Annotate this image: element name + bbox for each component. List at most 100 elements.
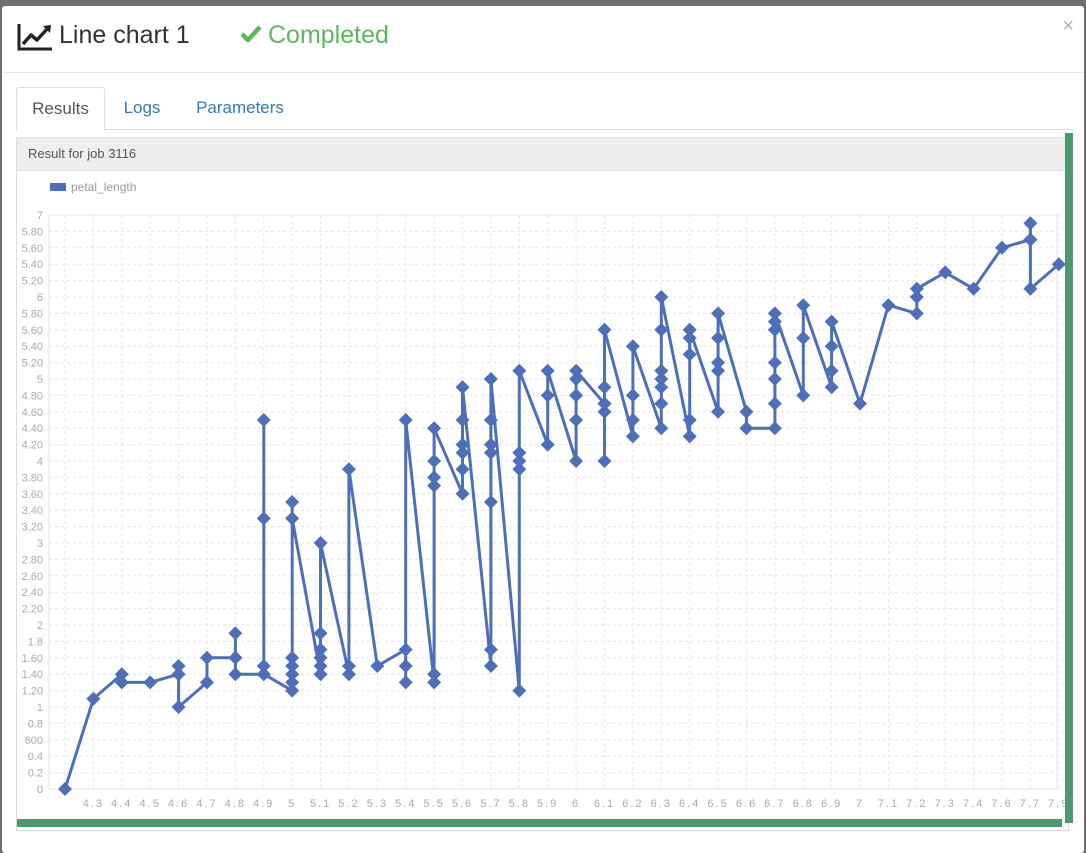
y-tick-label: 4.60 xyxy=(22,407,43,419)
data-point xyxy=(597,322,612,337)
close-button[interactable]: × xyxy=(1062,16,1074,36)
data-point xyxy=(654,290,669,304)
x-tick-label: 6.5 xyxy=(707,798,728,810)
data-point xyxy=(341,659,356,673)
y-tick-label: 4 xyxy=(37,456,43,468)
y-tick-label: 1 xyxy=(37,702,43,714)
tab-bar: Results Logs Parameters xyxy=(16,87,1073,131)
x-tick-label: 4.5 xyxy=(140,798,161,810)
result-panel: Result for job 3116 0 0.2 0.4 600 0.8 1 1.20 1.… xyxy=(16,137,1069,831)
plot-area xyxy=(48,214,1058,790)
x-tick-label: 5.8 xyxy=(509,798,530,810)
y-tick-label: 2.60 xyxy=(22,571,43,583)
data-point xyxy=(853,396,868,411)
y-tick-label: 2 xyxy=(37,620,43,632)
data-point xyxy=(938,265,953,280)
data-point xyxy=(398,659,413,673)
y-tick-label: 6 xyxy=(37,292,43,304)
tab-results[interactable]: Results xyxy=(16,87,105,131)
x-tick-label: 5.5 xyxy=(423,798,444,810)
x-tick-label: 6.8 xyxy=(793,798,814,810)
y-tick-label: 3.20 xyxy=(22,522,43,534)
data-point xyxy=(711,404,726,419)
series-line xyxy=(63,221,1060,790)
data-point xyxy=(654,363,669,378)
x-tick-label: 6.1 xyxy=(594,798,615,810)
data-point xyxy=(654,421,669,436)
data-point xyxy=(625,388,640,403)
x-tick-label: 6 xyxy=(572,798,580,810)
data-point xyxy=(767,355,782,370)
y-tick-label: 2.20 xyxy=(22,604,43,616)
data-point xyxy=(512,363,527,378)
y-tick-label: 600 xyxy=(25,735,43,747)
data-point xyxy=(796,298,811,313)
data-point xyxy=(711,306,726,321)
status-text: Completed xyxy=(268,21,389,49)
data-point xyxy=(427,667,442,682)
data-point xyxy=(228,626,243,641)
data-point xyxy=(199,650,214,665)
legend-label: petal_length xyxy=(71,180,136,194)
data-point xyxy=(58,782,72,796)
x-tick-label: 7.3 xyxy=(935,798,956,810)
y-tick-label: 5.40 xyxy=(22,341,43,353)
x-tick-label: 5.2 xyxy=(338,798,359,810)
y-tick-label: 1.20 xyxy=(22,686,43,698)
y-tick-label: 5.20 xyxy=(22,358,43,370)
y-tick-label: 5.80 xyxy=(22,226,43,238)
data-point xyxy=(711,355,726,370)
tab-parameters[interactable]: Parameters xyxy=(188,87,292,128)
data-point xyxy=(597,380,612,395)
data-point xyxy=(569,413,584,427)
data-point xyxy=(171,667,186,682)
y-tick-label: 5.60 xyxy=(22,325,43,337)
data-point xyxy=(881,298,896,313)
x-tick-label: 6.7 xyxy=(764,798,785,810)
data-point xyxy=(569,454,584,468)
y-tick-label: 5.20 xyxy=(22,276,43,288)
data-point xyxy=(256,413,271,427)
data-point xyxy=(455,380,470,395)
data-point xyxy=(682,347,697,362)
y-tick-label: 5 xyxy=(37,374,43,386)
x-tick-label: 6.6 xyxy=(736,798,757,810)
modal-title: Line chart 1 xyxy=(59,21,190,49)
y-tick-label: 3.80 xyxy=(22,472,43,484)
data-point xyxy=(767,421,782,436)
x-tick-label: 4.9 xyxy=(253,798,274,810)
y-tick-label: 1.60 xyxy=(22,653,43,665)
y-tick-label: 0.2 xyxy=(28,768,43,780)
data-point xyxy=(625,339,640,354)
data-point xyxy=(313,536,328,550)
data-point xyxy=(569,388,584,403)
y-tick-label: 5.80 xyxy=(22,308,43,320)
x-tick-label: 5.3 xyxy=(367,798,388,810)
x-tick-label: 5 xyxy=(288,798,296,810)
data-point xyxy=(256,511,271,526)
y-tick-label: 5.40 xyxy=(22,259,43,271)
data-point xyxy=(824,339,839,354)
x-tick-label: 5.4 xyxy=(395,798,416,810)
data-point xyxy=(285,495,300,509)
y-tick-label: 1.8 xyxy=(28,636,43,648)
data-point xyxy=(682,322,697,337)
data-point xyxy=(285,650,300,665)
data-point xyxy=(370,659,385,673)
data-point xyxy=(427,470,442,485)
data-point xyxy=(228,667,243,682)
y-tick-label: 3.40 xyxy=(22,505,43,517)
tab-logs[interactable]: Logs xyxy=(112,87,172,128)
data-point xyxy=(739,421,754,436)
y-tick-label: 0.4 xyxy=(28,751,43,763)
x-tick-label: 4.8 xyxy=(225,798,246,810)
data-point xyxy=(483,372,498,386)
y-tick-label: 0 xyxy=(37,784,43,796)
line-chart-icon xyxy=(17,24,52,51)
data-point xyxy=(1023,216,1038,231)
panel-accent-bottom xyxy=(17,819,1062,827)
data-point xyxy=(739,404,754,419)
data-point xyxy=(256,667,271,682)
data-point xyxy=(427,454,442,468)
panel-accent-right xyxy=(1065,133,1073,823)
